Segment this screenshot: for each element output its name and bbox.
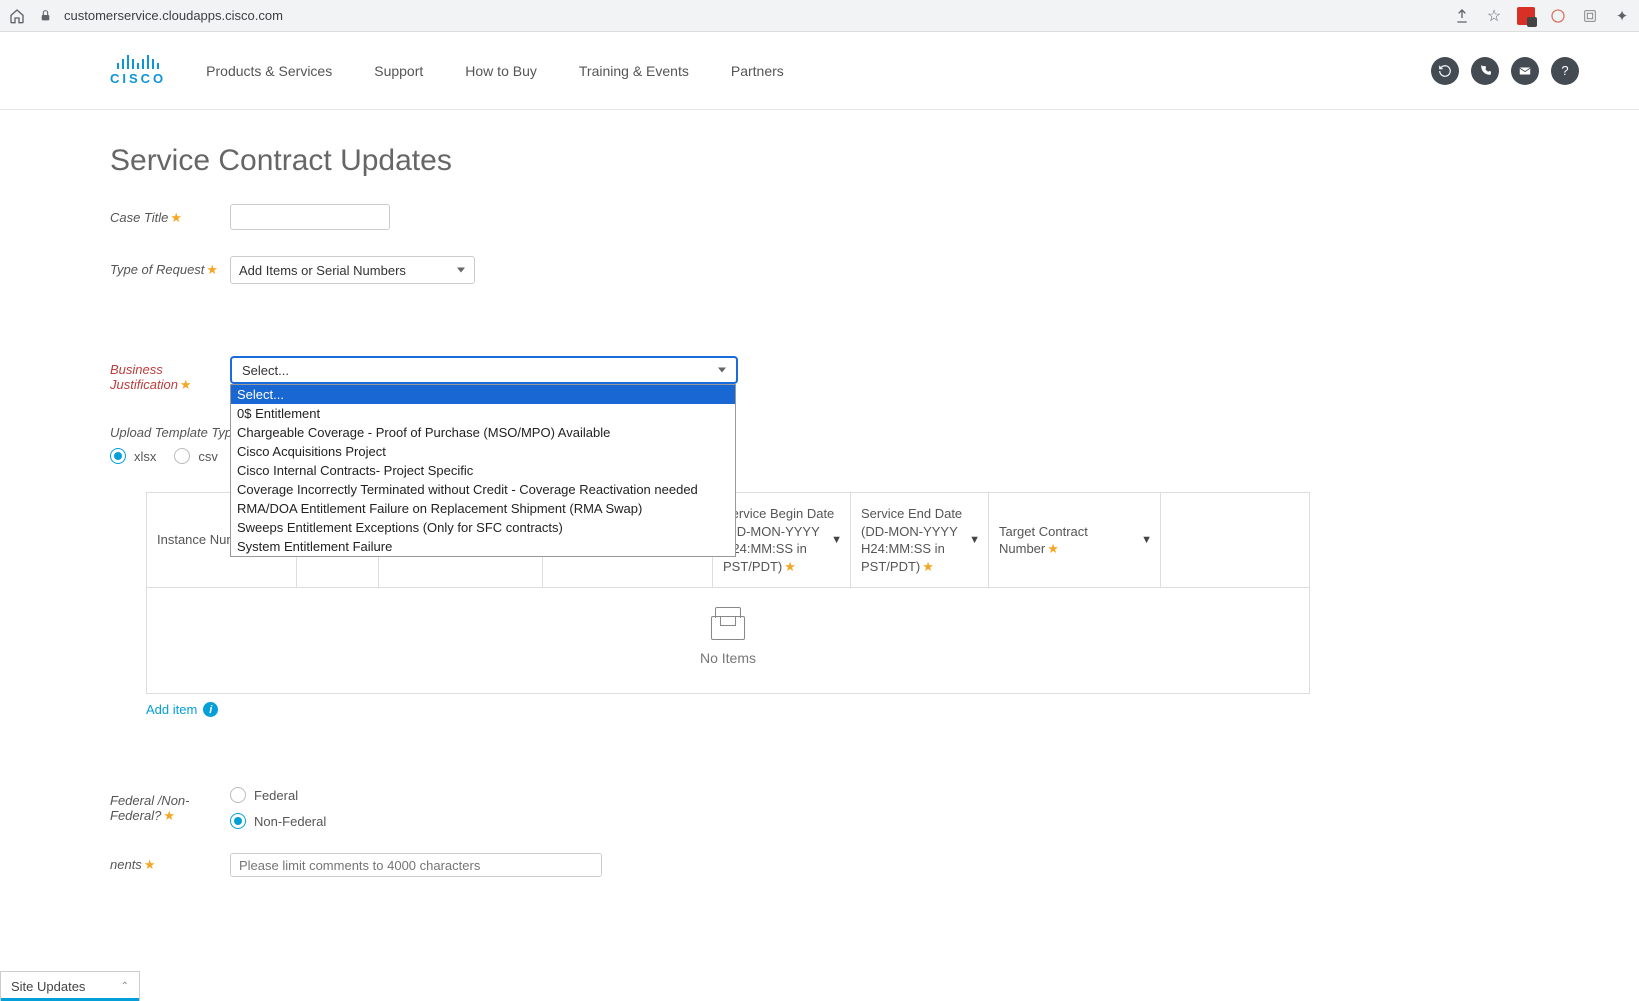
bj-option-system[interactable]: System Entitlement Failure	[231, 537, 735, 556]
share-icon[interactable]	[1453, 7, 1471, 25]
site-updates-tab[interactable]: Site Updates ⌃	[0, 971, 140, 1001]
site-header: CISCO Products & Services Support How to…	[0, 32, 1639, 110]
nav-support[interactable]: Support	[374, 63, 423, 79]
extension-red-icon[interactable]	[1517, 7, 1535, 25]
puzzle-icon[interactable]: ✦	[1613, 7, 1631, 25]
nav-howtobuy[interactable]: How to Buy	[465, 63, 537, 79]
filter-icon[interactable]: ▼	[969, 534, 980, 546]
bj-option-terminated[interactable]: Coverage Incorrectly Terminated without …	[231, 480, 735, 499]
business-justification-dropdown: Select... 0$ Entitlement Chargeable Cove…	[230, 384, 736, 557]
lock-icon	[36, 7, 54, 25]
nav-training[interactable]: Training & Events	[579, 63, 689, 79]
extension-icon-2[interactable]	[1549, 7, 1567, 25]
case-title-input[interactable]	[230, 204, 390, 230]
comments-label: nents★	[110, 853, 230, 873]
bj-option-internal[interactable]: Cisco Internal Contracts- Project Specif…	[231, 461, 735, 480]
radio-nonfederal[interactable]: Non-Federal	[230, 813, 326, 829]
th-end-date: Service End Date (DD-MON-YYYY H24:MM:SS …	[851, 493, 989, 587]
bj-option-0dollar[interactable]: 0$ Entitlement	[231, 404, 735, 423]
radio-federal[interactable]: Federal	[230, 787, 326, 803]
radio-xlsx-label: xlsx	[134, 449, 156, 464]
page-title: Service Contract Updates	[110, 144, 1310, 178]
radio-xlsx[interactable]: xlsx	[110, 448, 156, 464]
filter-icon[interactable]: ▼	[1141, 534, 1152, 546]
radio-csv-label: csv	[198, 449, 218, 464]
nav-products[interactable]: Products & Services	[206, 63, 332, 79]
type-of-request-select[interactable]: Add Items or Serial Numbers	[230, 256, 475, 284]
help-icon[interactable]: ?	[1551, 57, 1579, 85]
business-justification-select[interactable]: Select...	[230, 356, 738, 384]
bookmark-star-icon[interactable]: ☆	[1485, 7, 1503, 25]
bj-option-acquisitions[interactable]: Cisco Acquisitions Project	[231, 442, 735, 461]
type-of-request-label: Type of Request★	[110, 256, 230, 278]
url-text[interactable]: customerservice.cloudapps.cisco.com	[64, 8, 283, 23]
browser-toolbar: customerservice.cloudapps.cisco.com ☆ ✦	[0, 0, 1639, 32]
mail-icon[interactable]	[1511, 57, 1539, 85]
main-nav: Products & Services Support How to Buy T…	[206, 63, 784, 79]
chevron-up-icon: ⌃	[121, 981, 129, 992]
empty-tray-icon	[711, 616, 745, 640]
home-icon[interactable]	[8, 7, 26, 25]
bj-option-sweeps[interactable]: Sweeps Entitlement Exceptions (Only for …	[231, 518, 735, 537]
radio-nonfederal-label: Non-Federal	[254, 814, 326, 829]
extension-icon-3[interactable]	[1581, 7, 1599, 25]
comments-textarea[interactable]	[230, 853, 602, 877]
nav-partners[interactable]: Partners	[731, 63, 784, 79]
upload-template-label: Upload Template Typ	[110, 425, 232, 440]
case-title-label: Case Title★	[110, 204, 230, 226]
bj-option-chargeable[interactable]: Chargeable Coverage - Proof of Purchase …	[231, 423, 735, 442]
add-item-link[interactable]: Add item	[146, 702, 197, 717]
no-items-text: No Items	[700, 650, 756, 666]
phone-icon[interactable]	[1471, 57, 1499, 85]
info-icon[interactable]: i	[203, 702, 218, 717]
radio-csv[interactable]: csv	[174, 448, 218, 464]
th-blank	[1161, 493, 1309, 587]
cisco-logo[interactable]: CISCO	[110, 55, 166, 86]
business-justification-label: Business Justification★	[110, 356, 230, 393]
bj-option-rma[interactable]: RMA/DOA Entitlement Failure on Replaceme…	[231, 499, 735, 518]
logo-text: CISCO	[110, 71, 166, 86]
history-icon[interactable]	[1431, 57, 1459, 85]
radio-federal-label: Federal	[254, 788, 298, 803]
th-target-contract: Target Contract Number★▼	[989, 493, 1161, 587]
federal-label: Federal /Non-Federal?★	[110, 787, 230, 824]
bj-option-select[interactable]: Select...	[231, 385, 735, 404]
filter-icon[interactable]: ▼	[831, 534, 842, 546]
site-updates-label: Site Updates	[11, 979, 85, 994]
